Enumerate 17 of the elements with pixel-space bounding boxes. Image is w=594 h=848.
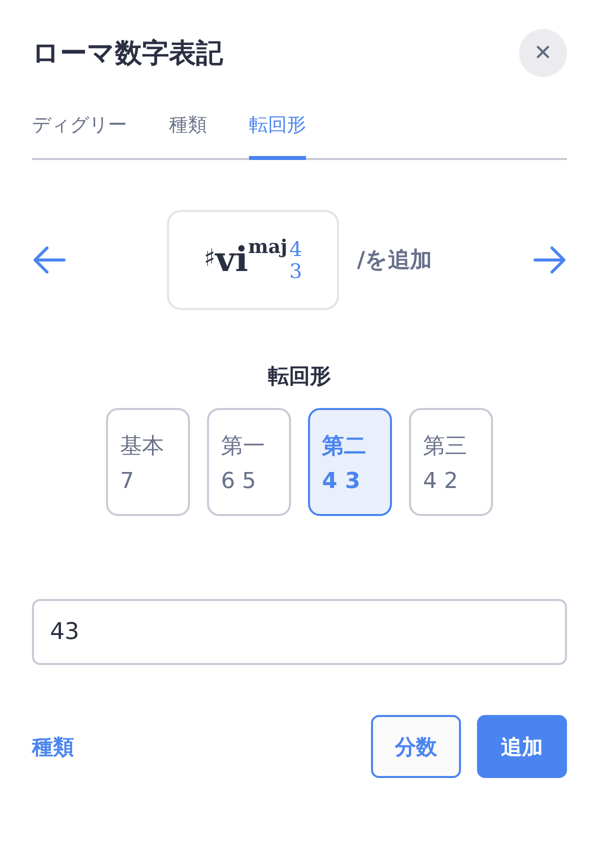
section-heading: 転回形: [267, 363, 332, 390]
left-arrow-icon[interactable]: [32, 245, 66, 275]
inversion-option[interactable]: 第三 4 2: [409, 408, 493, 516]
right-arrow-icon[interactable]: [532, 245, 567, 275]
action-button[interactable]: 追加: [477, 715, 567, 778]
tab[interactable]: 種類: [169, 104, 207, 160]
input-field[interactable]: 43: [32, 599, 567, 665]
inversion-option[interactable]: 第二 4 3: [308, 408, 392, 516]
inversion-option[interactable]: 基本 7: [106, 408, 190, 516]
tab[interactable]: 転回形: [249, 104, 306, 160]
close-button[interactable]: ✕: [519, 29, 567, 77]
tab[interactable]: ディグリー: [32, 104, 127, 160]
dialog-title: ローマ数字表記: [32, 37, 223, 71]
action-button[interactable]: 分数: [371, 715, 461, 778]
suffix-label: /を追加: [356, 247, 432, 275]
inversion-option[interactable]: 第一 6 5: [207, 408, 291, 516]
type-link[interactable]: 種類: [32, 732, 74, 760]
